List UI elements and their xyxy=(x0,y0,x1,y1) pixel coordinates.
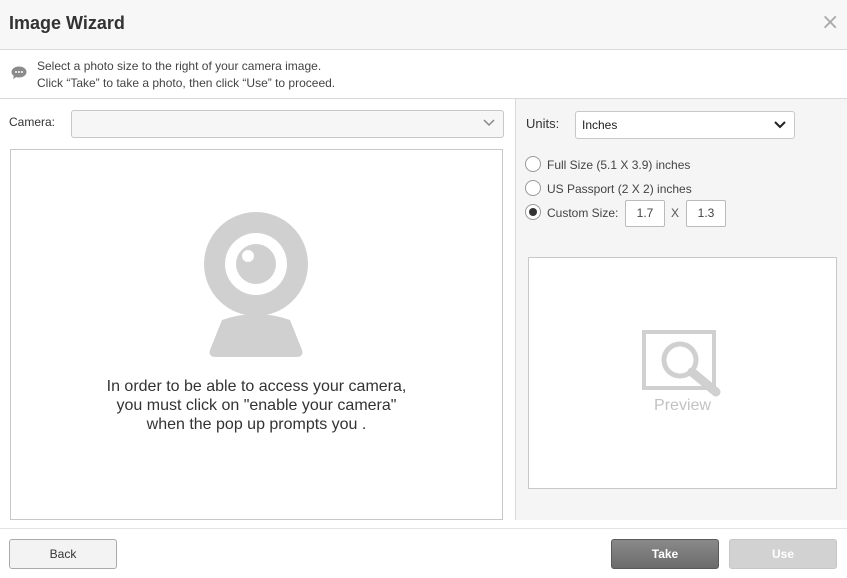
instructions-panel: Select a photo size to the right of your… xyxy=(0,50,847,99)
speech-bubble-icon xyxy=(11,66,27,79)
instructions-text: Select a photo size to the right of your… xyxy=(37,58,335,92)
custom-width-input[interactable]: 1.7 xyxy=(625,200,665,227)
camera-pane: Camera: In order to be able to access yo… xyxy=(0,99,515,520)
image-search-icon xyxy=(642,330,721,397)
dialog-footer: Back Take Use xyxy=(0,528,847,578)
camera-label: Camera: xyxy=(9,115,56,129)
full-size-option[interactable]: Full Size (5.1 X 3.9) inches xyxy=(525,156,725,174)
preview-label: Preview xyxy=(654,397,711,414)
units-select[interactable]: Inches xyxy=(575,111,795,139)
camera-permission-message: In order to be able to access your camer… xyxy=(11,377,502,434)
instructions-line-1: Select a photo size to the right of your… xyxy=(37,59,322,73)
dialog-title: Image Wizard xyxy=(9,13,125,33)
us-passport-option[interactable]: US Passport (2 X 2) inches xyxy=(525,180,725,198)
size-options-pane: Units: Inches Full Size (5.1 X 3.9) inch… xyxy=(515,99,847,520)
full-size-label: Full Size (5.1 X 3.9) inches xyxy=(547,158,691,172)
use-button[interactable]: Use xyxy=(729,539,837,569)
preview-panel: Preview xyxy=(528,257,837,489)
camera-viewport: In order to be able to access your camer… xyxy=(10,149,503,520)
units-select-value: Inches xyxy=(582,118,618,132)
dialog-titlebar: Image Wizard × xyxy=(0,0,847,50)
us-passport-label: US Passport (2 X 2) inches xyxy=(547,182,692,196)
units-label: Units: xyxy=(526,116,560,131)
camera-message-line-2: you must click on "enable your camera" xyxy=(116,397,397,414)
camera-select[interactable] xyxy=(71,110,504,138)
camera-message-line-1: In order to be able to access your camer… xyxy=(106,378,407,395)
custom-size-radio[interactable] xyxy=(525,204,541,220)
custom-size-label: Custom Size: xyxy=(547,206,619,220)
us-passport-radio[interactable] xyxy=(525,180,541,196)
camera-message-line-3: when the pop up prompts you . xyxy=(146,416,367,433)
full-size-radio[interactable] xyxy=(525,156,541,172)
instructions-line-2: Click “Take” to take a photo, then click… xyxy=(37,76,336,90)
take-button[interactable]: Take xyxy=(611,539,719,569)
size-separator: X xyxy=(671,206,680,220)
back-button[interactable]: Back xyxy=(9,539,117,569)
custom-height-input[interactable]: 1.3 xyxy=(686,200,726,227)
chevron-down-icon xyxy=(483,119,495,127)
chevron-down-icon xyxy=(774,121,786,129)
close-icon[interactable]: × xyxy=(821,12,839,34)
webcam-icon xyxy=(204,212,308,357)
custom-size-option[interactable]: Custom Size: xyxy=(525,204,623,222)
